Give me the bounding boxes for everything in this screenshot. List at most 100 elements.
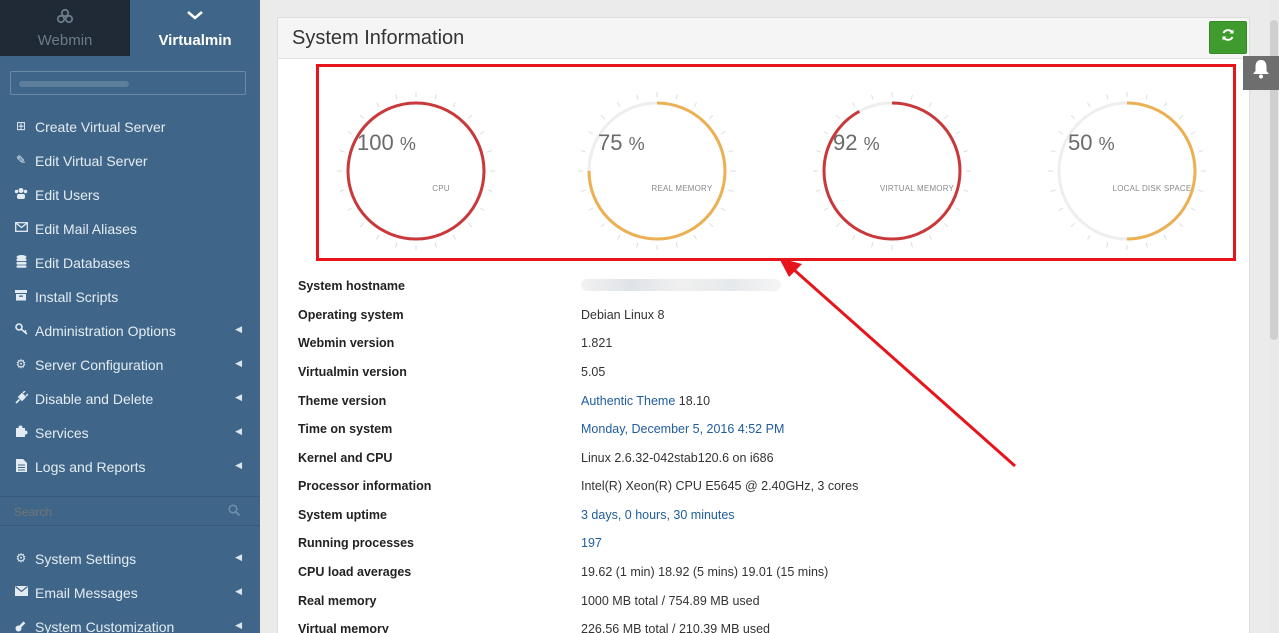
info-label: Running processes	[298, 536, 414, 550]
sidebar-item-edit-users[interactable]: Edit Users	[0, 180, 260, 210]
sidebar-item-label: Edit Virtual Server	[35, 153, 148, 169]
gauge-tick	[708, 222, 714, 228]
gauge-tick	[580, 150, 586, 153]
sidebar-item-disable-and-delete[interactable]: Disable and Delete ◀	[0, 384, 260, 414]
gauge-tick	[693, 102, 697, 108]
info-row-cpu-load-averages: CPU load averages 19.62 (1 min) 18.92 (5…	[298, 559, 1238, 587]
gauge-tick	[588, 207, 594, 211]
gauge-tick	[955, 207, 961, 211]
gauge-tick	[1050, 150, 1056, 153]
sidebar-item-label: Email Messages	[35, 585, 138, 601]
sidebar-item-install-scripts[interactable]: Install Scripts	[0, 282, 260, 312]
sidebar-item-system-settings[interactable]: ⚙ System Settings ◀	[0, 544, 260, 574]
gauge-tick	[434, 94, 437, 100]
gauge-tick	[600, 222, 606, 228]
gauge-tick	[1050, 189, 1056, 192]
gauge-tick	[452, 102, 456, 108]
gauge-real-memory-label: REAL MEMORY	[651, 184, 713, 193]
gauge-local-disk-space-label: LOCAL DISK SPACE	[1112, 184, 1192, 193]
info-row-kernel-and-cpu: Kernel and CPU Linux 2.6.32-042stab120.6…	[298, 445, 1238, 473]
info-value: 19.62 (1 min) 18.92 (5 mins) 19.01 (15 m…	[581, 565, 829, 579]
caret-left-icon: ◀	[235, 460, 242, 470]
sidebar-item-label: Create Virtual Server	[35, 119, 166, 135]
gauge-tick	[1070, 114, 1076, 120]
gauge-local-disk-space-dial	[1048, 92, 1206, 250]
sidebar-item-services[interactable]: Services ◀	[0, 418, 260, 448]
sidebar-item-edit-databases[interactable]: Edit Databases	[0, 248, 260, 278]
gauge-cpu-label: CPU	[432, 184, 450, 193]
gauge-tick	[347, 131, 353, 135]
sidebar-item-label: Edit Mail Aliases	[35, 221, 137, 237]
gauge-tick	[871, 94, 874, 100]
info-row-operating-system: Operating system Debian Linux 8	[298, 302, 1238, 330]
info-row-hostname: System hostname	[298, 273, 1238, 301]
gauge-tick	[1163, 234, 1167, 240]
gauge-tick	[693, 234, 697, 240]
sidebar-item-logs-and-reports[interactable]: Logs and Reports ◀	[0, 452, 260, 482]
tab-virtualmin[interactable]: Virtualmin	[130, 0, 260, 56]
caret-left-icon: ◀	[235, 324, 242, 334]
gauge-tick	[1178, 114, 1184, 120]
gauge-tick	[910, 242, 913, 248]
gauge-tick	[588, 131, 594, 135]
gauge-tick	[376, 234, 380, 240]
sidebar-search	[0, 496, 260, 526]
gear-icon: ⚙	[15, 551, 27, 565]
plus-square-icon: ⊞	[15, 119, 27, 133]
info-value: Debian Linux 8	[581, 308, 665, 322]
gauge-unit: %	[1098, 134, 1115, 154]
gauge-tick	[1087, 234, 1091, 240]
refresh-button[interactable]	[1209, 21, 1247, 54]
sidebar-item-edit-virtual-server[interactable]: ✎ Edit Virtual Server	[0, 146, 260, 176]
sidebar-item-server-configuration[interactable]: ⚙ Server Configuration ◀	[0, 350, 260, 380]
domain-selector[interactable]	[10, 71, 246, 95]
gauge-unit: %	[863, 134, 880, 154]
search-icon[interactable]	[228, 504, 241, 519]
gauge-tick	[1145, 94, 1148, 100]
caret-left-icon: ◀	[235, 586, 242, 596]
gauge-real-memory-dial	[578, 92, 736, 250]
theme-link[interactable]: Authentic Theme	[581, 394, 675, 408]
envelope-icon	[14, 585, 28, 599]
system-information-panel: System Information 100 % CPU 75 % REAL M…	[277, 17, 1250, 633]
gauge-value: 75 %	[598, 130, 645, 156]
gauge-tick	[871, 242, 874, 248]
panel-title: System Information	[292, 27, 465, 49]
gauge-cpu: 100 % CPU	[331, 86, 501, 256]
sidebar-item-system-customization[interactable]: System Customization ◀	[0, 612, 260, 633]
bell-icon	[1252, 60, 1270, 83]
users-icon	[14, 187, 28, 202]
gauge-tick	[963, 150, 969, 153]
sidebar-item-label: Edit Databases	[35, 255, 130, 271]
time-link[interactable]: Monday, December 5, 2016 4:52 PM	[581, 422, 784, 436]
notifications-button[interactable]	[1243, 56, 1279, 90]
processes-link[interactable]: 197	[581, 536, 602, 550]
info-label: System hostname	[298, 279, 405, 293]
uptime-link[interactable]: 3 days, 0 hours, 30 minutes	[581, 508, 735, 522]
info-row-processor-information: Processor information Intel(R) Xeon(R) C…	[298, 473, 1238, 501]
tab-webmin[interactable]: Webmin	[0, 0, 130, 56]
wrench-icon	[14, 619, 28, 633]
sidebar: Webmin Virtualmin ⊞ Create Virtual Serve…	[0, 0, 260, 633]
domain-selector-value	[19, 81, 129, 87]
gauge-virtual-memory-dial	[813, 92, 971, 250]
info-label: Time on system	[298, 422, 393, 436]
gauge-tick	[675, 94, 678, 100]
gauge-tick	[720, 207, 726, 211]
sidebar-item-label: Services	[35, 425, 89, 441]
info-value: 5.05	[581, 365, 606, 379]
info-label: CPU load averages	[298, 565, 412, 579]
gauge-tick	[339, 189, 345, 192]
gauge-tick	[347, 207, 353, 211]
gauge-tick	[1190, 207, 1196, 211]
sidebar-item-edit-mail-aliases[interactable]: Edit Mail Aliases	[0, 214, 260, 244]
sidebar-item-email-messages[interactable]: Email Messages ◀	[0, 578, 260, 608]
gauge-tick	[395, 94, 398, 100]
sidebar-item-create-virtual-server[interactable]: ⊞ Create Virtual Server	[0, 112, 260, 142]
sidebar-item-administration-options[interactable]: Administration Options ◀	[0, 316, 260, 346]
info-value: 226.56 MB total / 210.39 MB used	[581, 622, 771, 633]
sidebar-search-input[interactable]	[14, 503, 214, 521]
gauge-tick	[1058, 207, 1064, 211]
puzzle-icon	[14, 425, 28, 441]
info-value: 3 days, 0 hours, 30 minutes	[581, 508, 735, 522]
